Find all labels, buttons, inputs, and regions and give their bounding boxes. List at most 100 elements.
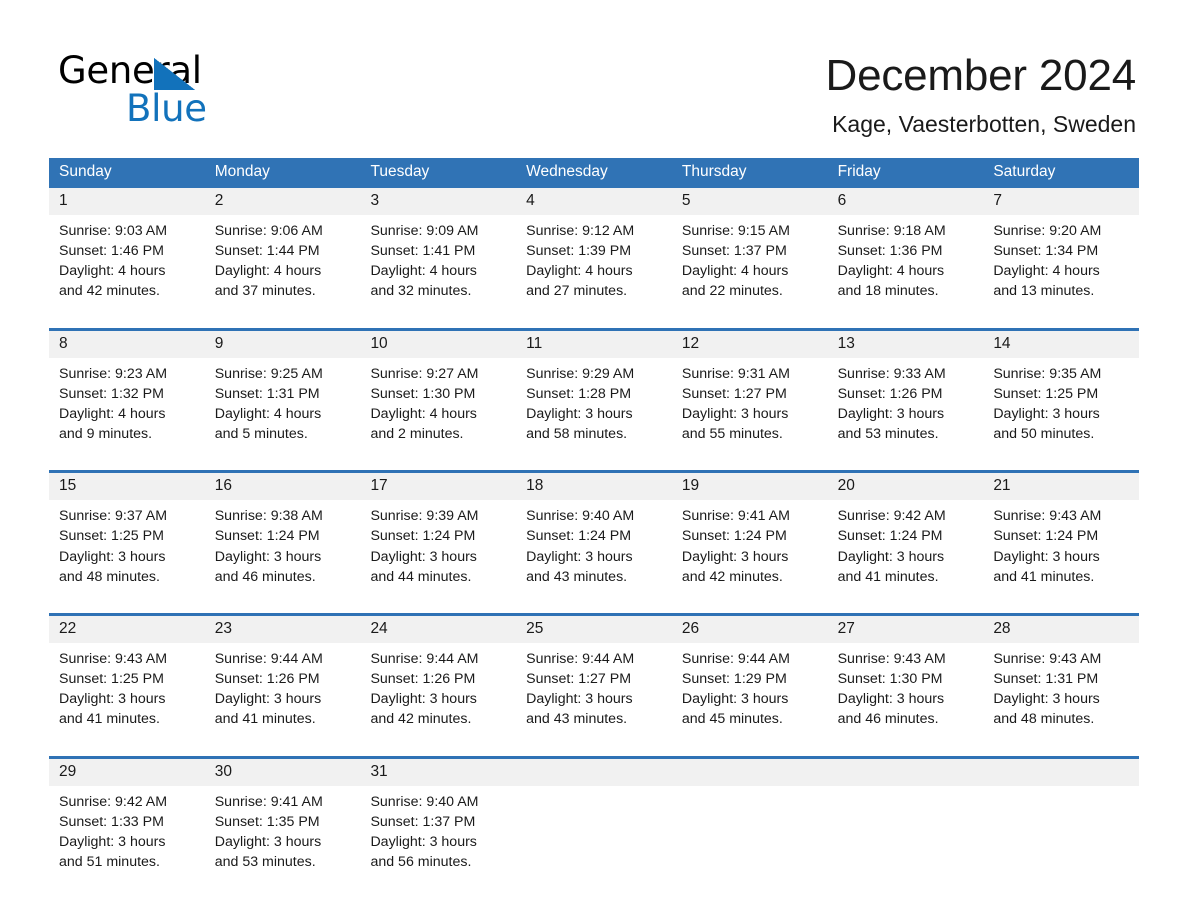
calendar-day-cell[interactable]: 10 Sunrise: 9:27 AM Sunset: 1:30 PM Dayligh… — [360, 330, 517, 453]
daylight-text-line1: Daylight: 3 hours — [526, 548, 633, 565]
day-number: 5 — [681, 192, 691, 209]
daylight-text-line2: and 53 minutes. — [214, 853, 316, 870]
calendar-day-cell[interactable]: 13 Sunrise: 9:33 AM Sunset: 1:26 PM Dayligh… — [827, 330, 984, 453]
calendar-day-cell[interactable]: 28 Sunrise: 9:43 AM Sunset: 1:31 PM Dayligh… — [983, 615, 1140, 738]
day-number: 29 — [59, 762, 77, 780]
sunset-text: Sunset: 1:44 PM — [214, 243, 320, 260]
day-number-band: 28 — [983, 615, 1140, 643]
calendar-week-row: 8 Sunrise: 9:23 AM Sunset: 1:32 PM Daylight… — [49, 327, 1140, 453]
daylight-text-line2: and 27 minutes. — [526, 283, 628, 300]
day-number-band: 9 — [204, 330, 361, 358]
daylight-text-line1: Daylight: 3 hours — [837, 548, 945, 565]
calendar-day-cell[interactable]: 2 Sunrise: 9:06 AM Sunset: 1:44 PM Daylight… — [204, 188, 361, 310]
daylight-text-line2: and 56 minutes. — [370, 853, 472, 870]
day-number-band: 19 — [671, 473, 828, 501]
weekday-header-thursday: Thursday — [681, 163, 747, 180]
calendar-day-cell[interactable]: 21 Sunrise: 9:43 AM Sunset: 1:24 PM Dayligh… — [983, 473, 1140, 595]
day-details: Sunrise: 9:41 AM Sunset: 1:24 PM Daylight:… — [672, 500, 828, 595]
day-number: 19 — [681, 477, 700, 495]
sunrise-text: Sunrise: 9:27 AM — [370, 365, 479, 382]
general-blue-logo[interactable]: General Blue — [58, 52, 318, 128]
title-block: December 2024 Kage, Vaesterbotten, Swede… — [436, 52, 1137, 137]
calendar-day-cell[interactable]: 25 Sunrise: 9:44 AM Sunset: 1:27 PM Dayligh… — [516, 615, 672, 738]
day-number: 30 — [214, 762, 232, 780]
daylight-text-line2: and 5 minutes. — [214, 426, 308, 443]
day-number: 7 — [993, 192, 1002, 209]
calendar-day-cell[interactable]: 16 Sunrise: 9:38 AM Sunset: 1:24 PM Dayligh… — [204, 473, 361, 595]
calendar-day-cell[interactable]: 8 Sunrise: 9:23 AM Sunset: 1:32 PM Daylight… — [49, 330, 205, 453]
sunset-text: Sunset: 1:41 PM — [370, 243, 476, 260]
weekday-header-friday: Friday — [837, 163, 881, 180]
calendar-day-cell[interactable]: 18 Sunrise: 9:40 AM Sunset: 1:24 PM Dayligh… — [516, 473, 672, 595]
daylight-text-line1: Daylight: 4 hours — [837, 263, 945, 280]
sunrise-text: Sunrise: 9:06 AM — [214, 223, 323, 239]
calendar-day-cell[interactable]: 11 Sunrise: 9:29 AM Sunset: 1:28 PM Dayligh… — [516, 330, 672, 453]
calendar-day-cell[interactable]: 7 Sunrise: 9:20 AM Sunset: 1:34 PM Daylight… — [983, 188, 1140, 310]
daylight-text-line1: Daylight: 4 hours — [993, 263, 1100, 280]
sunset-text: Sunset: 1:35 PM — [214, 813, 320, 830]
calendar-week-row: 1 Sunrise: 9:03 AM Sunset: 1:46 PM Daylight… — [49, 188, 1140, 310]
day-number: 2 — [214, 192, 224, 209]
calendar-day-cell[interactable]: 30 Sunrise: 9:41 AM Sunset: 1:35 PM Dayligh… — [204, 758, 361, 881]
daylight-text-line2: and 58 minutes. — [526, 426, 628, 443]
calendar-page: General Blue December 2024 Kage, Vaester… — [0, 0, 1188, 918]
day-number-band: 7 — [983, 188, 1140, 215]
daylight-text-line2: and 44 minutes. — [370, 568, 472, 585]
daylight-text-line1: Daylight: 3 hours — [681, 548, 789, 565]
sunrise-text: Sunrise: 9:31 AM — [681, 365, 790, 382]
calendar-day-cell[interactable]: 20 Sunrise: 9:42 AM Sunset: 1:24 PM Dayligh… — [827, 473, 984, 595]
calendar-day-cell[interactable]: 31 Sunrise: 9:40 AM Sunset: 1:37 PM Dayligh… — [360, 758, 517, 881]
day-details: Sunrise: 9:37 AM Sunset: 1:25 PM Daylight:… — [49, 500, 205, 595]
daylight-text-line1: Daylight: 4 hours — [526, 263, 633, 280]
daylight-text-line2: and 41 minutes. — [993, 568, 1095, 585]
sunrise-text: Sunrise: 9:09 AM — [370, 223, 479, 239]
daylight-text-line2: and 43 minutes. — [526, 568, 628, 585]
sunset-text: Sunset: 1:29 PM — [681, 671, 787, 688]
weekday-header-monday: Monday — [214, 163, 270, 180]
day-number: 18 — [526, 477, 544, 495]
calendar-empty-cell — [827, 758, 984, 881]
day-details: Sunrise: 9:40 AM Sunset: 1:24 PM Daylight:… — [516, 500, 672, 595]
daylight-text-line1: Daylight: 3 hours — [214, 833, 322, 850]
sunrise-text: Sunrise: 9:44 AM — [214, 650, 323, 667]
daylight-text-line2: and 18 minutes. — [837, 283, 939, 300]
day-details: Sunrise: 9:33 AM Sunset: 1:26 PM Daylight:… — [828, 358, 984, 453]
day-details: Sunrise: 9:38 AM Sunset: 1:24 PM Daylight:… — [205, 500, 361, 595]
calendar-day-cell[interactable]: 24 Sunrise: 9:44 AM Sunset: 1:26 PM Dayligh… — [360, 615, 517, 738]
calendar-day-cell[interactable]: 3 Sunrise: 9:09 AM Sunset: 1:41 PM Daylight… — [360, 188, 517, 310]
calendar-day-cell[interactable]: 19 Sunrise: 9:41 AM Sunset: 1:24 PM Dayligh… — [671, 473, 828, 595]
day-number: 31 — [370, 762, 388, 780]
calendar-day-cell[interactable]: 15 Sunrise: 9:37 AM Sunset: 1:25 PM Dayligh… — [49, 473, 205, 595]
calendar-day-cell[interactable]: 14 Sunrise: 9:35 AM Sunset: 1:25 PM Dayligh… — [983, 330, 1140, 453]
day-number: 3 — [370, 192, 380, 209]
calendar-day-cell[interactable]: 27 Sunrise: 9:43 AM Sunset: 1:30 PM Dayligh… — [827, 615, 984, 738]
sunset-text: Sunset: 1:24 PM — [681, 528, 787, 545]
calendar-day-cell[interactable]: 29 Sunrise: 9:42 AM Sunset: 1:33 PM Dayligh… — [49, 758, 205, 881]
weekday-header-saturday: Saturday — [993, 163, 1056, 180]
daylight-text-line2: and 32 minutes. — [370, 283, 472, 300]
calendar-day-cell[interactable]: 22 Sunrise: 9:43 AM Sunset: 1:25 PM Dayligh… — [49, 615, 205, 738]
calendar-day-cell[interactable]: 4 Sunrise: 9:12 AM Sunset: 1:39 PM Daylight… — [516, 188, 672, 310]
sunset-text: Sunset: 1:27 PM — [681, 385, 787, 402]
daylight-text-line1: Daylight: 3 hours — [837, 405, 945, 422]
calendar-day-cell[interactable]: 23 Sunrise: 9:44 AM Sunset: 1:26 PM Dayligh… — [204, 615, 361, 738]
day-number: 25 — [526, 619, 544, 637]
daylight-text-line1: Daylight: 3 hours — [370, 691, 477, 708]
calendar-day-cell[interactable]: 17 Sunrise: 9:39 AM Sunset: 1:24 PM Dayligh… — [360, 473, 517, 595]
calendar-day-cell[interactable]: 5 Sunrise: 9:15 AM Sunset: 1:37 PM Daylight… — [671, 188, 828, 310]
day-number-band: 18 — [516, 473, 672, 501]
calendar-day-cell[interactable]: 6 Sunrise: 9:18 AM Sunset: 1:36 PM Daylight… — [827, 188, 984, 310]
day-number-band: 29 — [49, 758, 205, 786]
calendar-week-row: 15 Sunrise: 9:37 AM Sunset: 1:25 PM Dayligh… — [49, 470, 1140, 595]
calendar-day-cell[interactable]: 12 Sunrise: 9:31 AM Sunset: 1:27 PM Dayligh… — [671, 330, 828, 453]
calendar-day-cell[interactable]: 1 Sunrise: 9:03 AM Sunset: 1:46 PM Daylight… — [49, 188, 205, 310]
calendar-day-cell[interactable]: 9 Sunrise: 9:25 AM Sunset: 1:31 PM Daylight… — [204, 330, 361, 453]
calendar-day-cell[interactable]: 26 Sunrise: 9:44 AM Sunset: 1:29 PM Dayligh… — [671, 615, 828, 738]
day-number-band: 12 — [671, 330, 828, 358]
daylight-text-line1: Daylight: 3 hours — [681, 691, 789, 708]
sunrise-text: Sunrise: 9:29 AM — [526, 365, 635, 382]
sunset-text: Sunset: 1:36 PM — [837, 243, 943, 260]
daylight-text-line1: Daylight: 4 hours — [214, 405, 322, 422]
day-details: Sunrise: 9:09 AM Sunset: 1:41 PM Daylight:… — [360, 215, 516, 310]
day-number-band: 25 — [516, 615, 672, 643]
